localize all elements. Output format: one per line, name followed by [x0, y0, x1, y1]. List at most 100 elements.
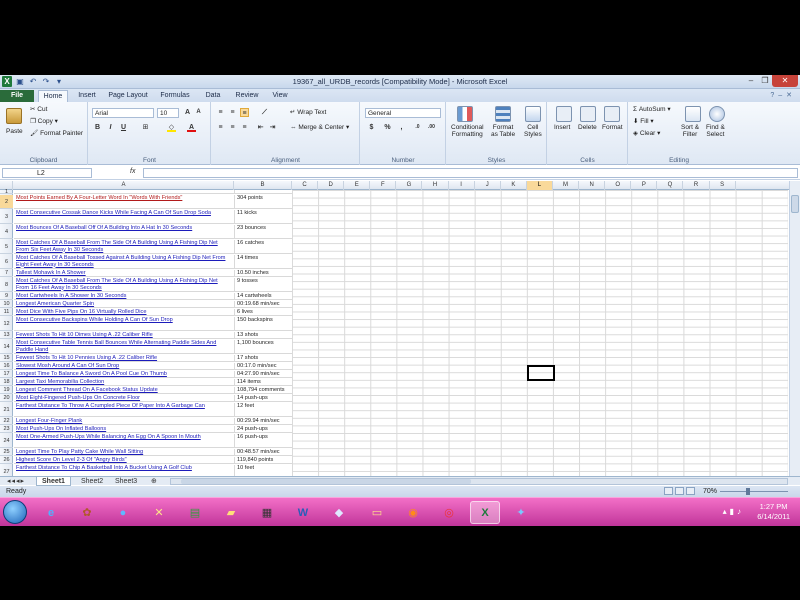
app-icon-1[interactable]: ✿ — [72, 501, 102, 524]
orientation-icon[interactable]: ⟋ — [260, 108, 269, 117]
decrease-decimal-icon[interactable]: .00 — [427, 123, 436, 132]
cell-styles-icon[interactable] — [525, 106, 541, 122]
cell-a[interactable]: Fewest Shots To Hit 10 Dimes Using A .22… — [16, 332, 232, 339]
cell-b[interactable]: 00:29.94 min/sec — [234, 418, 292, 424]
start-button-icon[interactable] — [3, 500, 27, 524]
column-header-j[interactable]: J — [475, 181, 501, 190]
column-header-p[interactable]: P — [631, 181, 658, 190]
clock[interactable]: 1:27 PM 6/14/2011 — [757, 502, 790, 522]
row-header[interactable]: 10 — [0, 301, 13, 308]
increase-indent-icon[interactable]: ⇥ — [268, 123, 277, 132]
tab-file[interactable]: File — [0, 90, 34, 102]
cell-a[interactable]: Highest Score On Level 2-3 Of "Angry Bir… — [16, 457, 232, 464]
cell-styles-button[interactable]: Cell Styles — [524, 124, 542, 138]
bold-icon[interactable]: B — [93, 123, 102, 132]
row-header[interactable]: 6 — [0, 255, 13, 269]
format-cells-button[interactable]: Format — [602, 124, 623, 131]
currency-icon[interactable]: $ — [367, 123, 376, 132]
cell-b[interactable]: 12 feet — [234, 403, 292, 416]
format-cells-icon[interactable] — [604, 106, 620, 122]
cell-b[interactable]: 23 bounces — [234, 225, 292, 238]
cell-a[interactable] — [16, 190, 232, 194]
zoom-level[interactable]: 70% — [703, 486, 717, 497]
row-header[interactable]: 25 — [0, 449, 13, 456]
column-header-f[interactable]: F — [370, 181, 397, 190]
format-as-table-icon[interactable] — [495, 106, 511, 122]
insert-cells-icon[interactable] — [556, 106, 572, 122]
cell-a[interactable]: Longest Time To Play Patty Cake While Wa… — [16, 449, 232, 456]
network-icon[interactable]: ▮ — [730, 507, 737, 516]
insert-sheet-icon[interactable]: ⊕ — [146, 477, 162, 486]
cell-b[interactable]: 00:17.0 min/sec — [234, 363, 292, 369]
word-icon[interactable]: W — [288, 501, 318, 524]
chrome-icon[interactable]: ◎ — [434, 501, 464, 524]
cell-b[interactable]: 1,100 bounces — [234, 340, 292, 353]
font-color-icon[interactable]: A — [187, 123, 196, 132]
column-header-h[interactable]: H — [423, 181, 449, 190]
font-size-select[interactable]: 10 — [157, 108, 179, 118]
fill-color-icon[interactable]: ◇ — [167, 123, 176, 132]
format-as-table-button[interactable]: Format as Table — [491, 124, 515, 138]
decrease-indent-icon[interactable]: ⇤ — [256, 123, 265, 132]
column-header-o[interactable]: O — [605, 181, 632, 190]
align-right-icon[interactable]: ≡ — [240, 123, 249, 132]
explorer-icon[interactable]: ▭ — [362, 501, 392, 524]
align-top-icon[interactable]: ≡ — [216, 108, 225, 117]
cell-b[interactable]: 14 times — [234, 255, 292, 268]
row-header[interactable]: 17 — [0, 371, 13, 378]
cell-a[interactable]: Most Catches Of A Baseball From The Side… — [16, 278, 232, 292]
empty-grid-area[interactable] — [292, 190, 788, 476]
paste-icon[interactable] — [6, 108, 22, 124]
column-header-l[interactable]: L — [526, 181, 553, 190]
font-name-select[interactable]: Arial — [92, 108, 154, 118]
minimize-icon[interactable]: – — [744, 75, 758, 87]
active-cell-l2[interactable] — [527, 365, 555, 381]
delete-cells-button[interactable]: Delete — [578, 124, 597, 131]
row-header[interactable]: 20 — [0, 395, 13, 402]
sort-filter-button[interactable]: Sort & Filter — [681, 124, 699, 138]
cell-a[interactable]: Farthest Distance To Chip A Basketball I… — [16, 465, 232, 476]
row-header[interactable]: 1 — [0, 189, 13, 195]
row-header[interactable]: 14 — [0, 340, 13, 354]
cell-a[interactable]: Slowest Mosh Around A Can Of Sun Drop — [16, 363, 232, 370]
align-middle-icon[interactable]: ≡ — [228, 108, 237, 117]
row-header[interactable]: 26 — [0, 457, 13, 464]
column-header-d[interactable]: D — [318, 181, 345, 190]
column-header-e[interactable]: E — [344, 181, 371, 190]
cell-b[interactable]: 119,840 points — [234, 457, 292, 463]
vertical-scrollbar[interactable] — [789, 181, 800, 476]
underline-icon[interactable]: U — [119, 123, 128, 132]
row-header[interactable]: 2 — [0, 195, 13, 209]
cell-b[interactable]: 04:27.90 min/sec — [234, 371, 292, 377]
formula-input[interactable] — [143, 168, 798, 178]
copy-button[interactable]: ❐ Copy ▾ — [30, 117, 58, 125]
cell-a[interactable]: Most Consecutive Backspins While Holding… — [16, 317, 232, 331]
align-bottom-icon[interactable]: ≡ — [240, 108, 249, 117]
cell-a[interactable]: Most Consecutive Cossak Dance Kicks Whil… — [16, 210, 232, 224]
column-header-s[interactable]: S — [710, 181, 736, 190]
column-header-k[interactable]: K — [501, 181, 527, 190]
messenger-icon[interactable]: ● — [108, 501, 138, 524]
firefox-icon[interactable]: ◉ — [398, 501, 428, 524]
cell-b[interactable]: 13 shots — [234, 332, 292, 338]
fill-button[interactable]: ⬇ Fill ▾ — [633, 117, 654, 125]
internet-explorer-icon[interactable]: e — [36, 501, 66, 524]
cell-b[interactable]: 9 tosses — [234, 278, 292, 291]
insert-cells-button[interactable]: Insert — [554, 124, 570, 131]
cell-a[interactable]: Most One-Armed Push-Ups While Balancing … — [16, 434, 232, 448]
align-left-icon[interactable]: ≡ — [216, 123, 225, 132]
row-header[interactable]: 5 — [0, 240, 13, 254]
column-header-a[interactable]: A — [14, 181, 234, 190]
row-header[interactable]: 21 — [0, 403, 13, 417]
increase-decimal-icon[interactable]: .0 — [413, 123, 422, 132]
format-painter-button[interactable]: 🖌 Format Painter — [30, 129, 83, 137]
restore-icon[interactable]: ❐ — [758, 75, 772, 87]
comma-icon[interactable]: , — [397, 123, 406, 132]
normal-view-icon[interactable] — [664, 487, 673, 495]
cell-a[interactable]: Largest Taxi Memorabilia Collection — [16, 379, 232, 386]
column-header-b[interactable]: B — [234, 181, 292, 190]
find-select-button[interactable]: Find & Select — [706, 124, 725, 138]
cell-b[interactable]: 6 lives — [234, 309, 292, 315]
sheet-nav-arrows-icon[interactable]: ◂◂◂▸ — [2, 477, 30, 486]
paste-button[interactable]: Paste — [6, 128, 23, 135]
